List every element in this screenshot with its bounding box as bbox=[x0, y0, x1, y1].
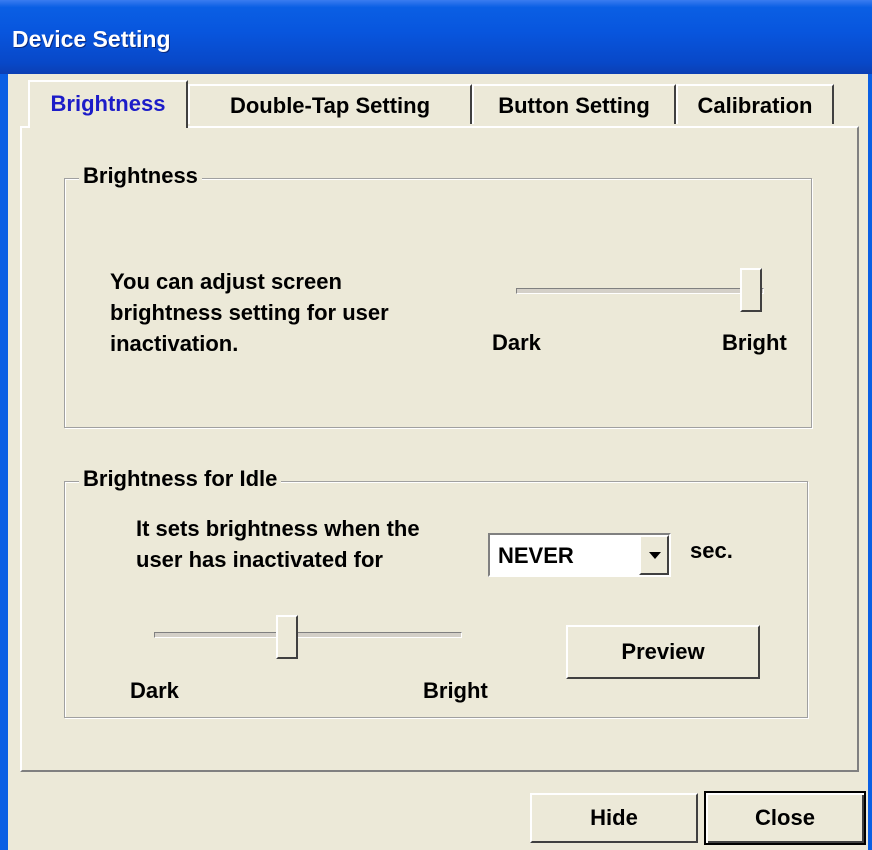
brightness-slider-min-label: Dark bbox=[492, 330, 541, 355]
idle-timeout-select[interactable]: NEVER bbox=[488, 533, 671, 577]
idle-slider-min-label: Dark bbox=[130, 678, 179, 703]
close-button[interactable]: Close bbox=[704, 791, 866, 845]
brightness-group-title: Brightness bbox=[79, 163, 202, 189]
idle-group-title: Brightness for Idle bbox=[79, 466, 282, 492]
tab-calibration[interactable]: Calibration bbox=[676, 84, 834, 124]
idle-description: It sets brightness when the user has ina… bbox=[136, 513, 420, 575]
tab-brightness[interactable]: Brightness bbox=[28, 80, 188, 128]
tab-button-setting[interactable]: Button Setting bbox=[472, 84, 676, 124]
idle-timeout-value: NEVER bbox=[498, 543, 574, 568]
brightness-description-line: inactivation. bbox=[110, 331, 239, 356]
window-frame-left bbox=[0, 74, 8, 850]
hide-button[interactable]: Hide bbox=[530, 793, 698, 843]
idle-brightness-slider-track[interactable] bbox=[154, 632, 462, 638]
title-bar[interactable]: Device Setting bbox=[0, 0, 872, 74]
brightness-description-line: You can adjust screen bbox=[110, 269, 342, 294]
brightness-description-line: brightness setting for user bbox=[110, 300, 389, 325]
idle-slider-max-label: Bright bbox=[423, 678, 488, 703]
idle-brightness-slider-thumb[interactable] bbox=[276, 615, 299, 659]
brightness-slider-thumb[interactable] bbox=[740, 268, 762, 312]
brightness-slider-track[interactable] bbox=[516, 288, 764, 294]
device-setting-dialog: Device Setting Brightness Double-Tap Set… bbox=[0, 0, 872, 850]
idle-description-line: user has inactivated for bbox=[136, 547, 383, 572]
window-frame-right bbox=[868, 74, 872, 850]
chevron-down-icon[interactable] bbox=[639, 535, 669, 575]
brightness-description: You can adjust screen brightness setting… bbox=[110, 266, 389, 359]
idle-description-line: It sets brightness when the bbox=[136, 516, 420, 541]
idle-timeout-unit: sec. bbox=[690, 538, 733, 563]
preview-button[interactable]: Preview bbox=[566, 625, 760, 679]
brightness-slider-max-label: Bright bbox=[722, 330, 787, 355]
window-title: Device Setting bbox=[12, 26, 171, 52]
tab-double-tap-setting[interactable]: Double-Tap Setting bbox=[188, 84, 472, 124]
